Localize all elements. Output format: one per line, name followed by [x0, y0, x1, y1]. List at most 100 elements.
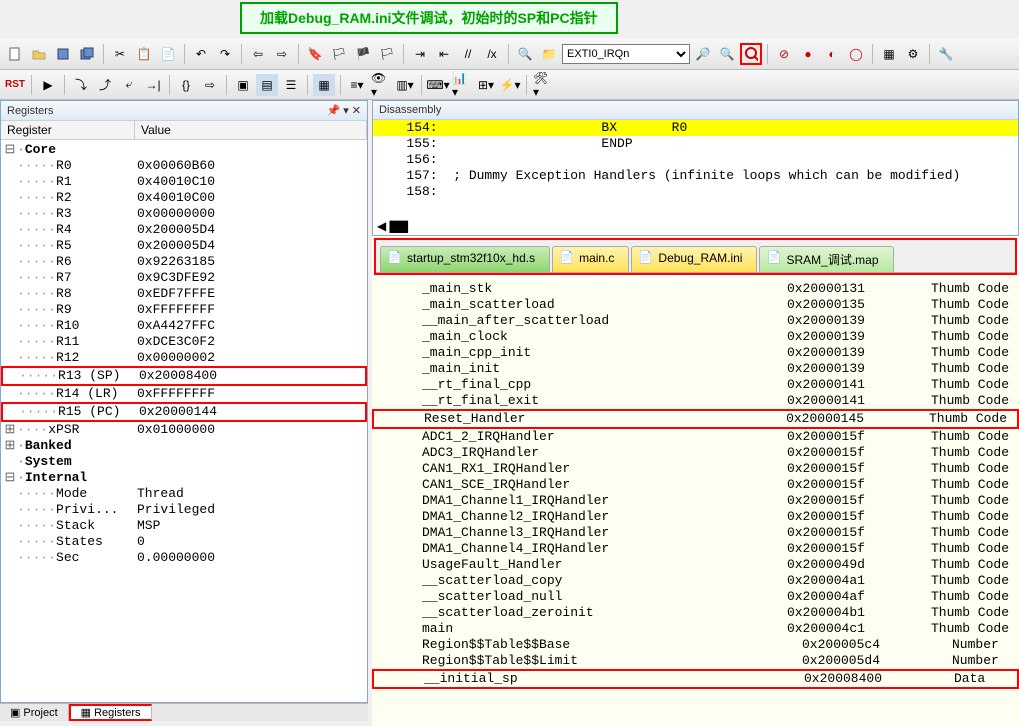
- copy-icon[interactable]: 📋: [133, 43, 155, 65]
- tab-registers[interactable]: ▦ Registers: [69, 704, 152, 721]
- map-row[interactable]: __scatterload_copy0x200004a1Thumb Code: [372, 573, 1019, 589]
- find-prev-icon[interactable]: 🔍: [716, 43, 738, 65]
- system-icon[interactable]: ⚡▾: [499, 74, 521, 96]
- register-row[interactable]: ·····R10x40010C10: [1, 174, 367, 190]
- register-row[interactable]: ·····ModeThread: [1, 486, 367, 502]
- map-row[interactable]: ADC1_2_IRQHandler0x2000015fThumb Code: [372, 429, 1019, 445]
- map-row[interactable]: UsageFault_Handler0x2000049dThumb Code: [372, 557, 1019, 573]
- redo-icon[interactable]: ↷: [214, 43, 236, 65]
- run-to-cursor-icon[interactable]: →|: [142, 74, 164, 96]
- map-row[interactable]: __rt_final_exit0x20000141Thumb Code: [372, 393, 1019, 409]
- register-sp[interactable]: ·····R13 (SP)0x20008400: [1, 366, 367, 386]
- open-icon[interactable]: [28, 43, 50, 65]
- reset-icon[interactable]: RST: [4, 74, 26, 96]
- register-row[interactable]: ·····R00x00060B60: [1, 158, 367, 174]
- breakpoint-icon[interactable]: ●: [797, 43, 819, 65]
- callstack-icon[interactable]: ≡▾: [346, 74, 368, 96]
- prev-bookmark-icon[interactable]: 🏳: [328, 43, 350, 65]
- clear-bookmark-icon[interactable]: 🏳: [376, 43, 398, 65]
- disasm-line[interactable]: 154: BX R0: [373, 120, 1018, 136]
- map-row[interactable]: __initial_sp0x20008400Data: [372, 669, 1019, 689]
- search-combo[interactable]: EXTI0_IRQn: [562, 44, 690, 64]
- register-row[interactable]: ·····Privi...Privileged: [1, 502, 367, 518]
- map-row[interactable]: __main_after_scatterload0x20000139Thumb …: [372, 313, 1019, 329]
- disasm-line[interactable]: 158:: [373, 184, 1018, 200]
- arrow-icon[interactable]: ⇨: [199, 74, 221, 96]
- serial-icon[interactable]: ⌨▾: [427, 74, 449, 96]
- tab-project[interactable]: ▣ Project: [0, 704, 69, 721]
- next-bookmark-icon[interactable]: 🏴: [352, 43, 374, 65]
- register-row[interactable]: ⊞·Banked: [1, 438, 367, 454]
- analyzer-icon[interactable]: 📊▾: [451, 74, 473, 96]
- col-register[interactable]: Register: [1, 121, 135, 139]
- remove-bp-icon[interactable]: ◯: [845, 43, 867, 65]
- map-row[interactable]: CAN1_RX1_IRQHandler0x2000015fThumb Code: [372, 461, 1019, 477]
- symbols-icon[interactable]: ☰: [280, 74, 302, 96]
- register-pc[interactable]: ·····R15 (PC)0x20000144: [1, 402, 367, 422]
- map-row[interactable]: _main_init0x20000139Thumb Code: [372, 361, 1019, 377]
- map-row[interactable]: main0x200004c1Thumb Code: [372, 621, 1019, 637]
- indent-icon[interactable]: ⇥: [409, 43, 431, 65]
- comment-icon[interactable]: //: [457, 43, 479, 65]
- tools-icon[interactable]: 🔧: [935, 43, 957, 65]
- register-row[interactable]: ⊞····xPSR0x01000000: [1, 422, 367, 438]
- back-icon[interactable]: ⇦: [247, 43, 269, 65]
- map-row[interactable]: _main_cpp_init0x20000139Thumb Code: [372, 345, 1019, 361]
- register-row[interactable]: ⊟·Core: [1, 142, 367, 158]
- debug-icon[interactable]: [740, 43, 762, 65]
- register-row[interactable]: ·····R90xFFFFFFFF: [1, 302, 367, 318]
- map-row[interactable]: Reset_Handler0x20000145Thumb Code: [372, 409, 1019, 429]
- forward-icon[interactable]: ⇨: [271, 43, 293, 65]
- register-row[interactable]: ·····R120x00000002: [1, 350, 367, 366]
- step-out-icon[interactable]: ⤶: [118, 74, 140, 96]
- map-row[interactable]: _main_clock0x20000139Thumb Code: [372, 329, 1019, 345]
- trace-icon[interactable]: ⊞▾: [475, 74, 497, 96]
- map-row[interactable]: _main_scatterload0x20000135Thumb Code: [372, 297, 1019, 313]
- registers-icon[interactable]: ▦: [313, 74, 335, 96]
- map-row[interactable]: DMA1_Channel3_IRQHandler0x2000015fThumb …: [372, 525, 1019, 541]
- map-row[interactable]: __scatterload_null0x200004afThumb Code: [372, 589, 1019, 605]
- toolbox-icon[interactable]: 🛠▾: [532, 74, 554, 96]
- editor-tab[interactable]: Debug_RAM.ini: [631, 246, 757, 272]
- map-row[interactable]: DMA1_Channel1_IRQHandler0x2000015fThumb …: [372, 493, 1019, 509]
- col-value[interactable]: Value: [135, 121, 367, 139]
- register-row[interactable]: ·····R20x40010C00: [1, 190, 367, 206]
- window-icon[interactable]: ▦: [878, 43, 900, 65]
- outdent-icon[interactable]: ⇤: [433, 43, 455, 65]
- register-row[interactable]: ·····R30x00000000: [1, 206, 367, 222]
- register-row[interactable]: ·····R80xEDF7FFFE: [1, 286, 367, 302]
- config-icon[interactable]: ⚙: [902, 43, 924, 65]
- disasm-body[interactable]: 154: BX R0 155: ENDP 156: 157: ; Dummy E…: [373, 120, 1018, 200]
- register-row[interactable]: ⊟·Internal: [1, 470, 367, 486]
- new-file-icon[interactable]: [4, 43, 26, 65]
- save-icon[interactable]: [52, 43, 74, 65]
- paste-icon[interactable]: 📄: [157, 43, 179, 65]
- disasm-icon[interactable]: ▤: [256, 74, 278, 96]
- run-icon[interactable]: ▶: [37, 74, 59, 96]
- map-row[interactable]: DMA1_Channel4_IRQHandler0x2000015fThumb …: [372, 541, 1019, 557]
- disasm-line[interactable]: 157: ; Dummy Exception Handlers (infinit…: [373, 168, 1018, 184]
- map-row[interactable]: __rt_final_cpp0x20000141Thumb Code: [372, 377, 1019, 393]
- editor-tab[interactable]: SRAM_调试.map: [759, 246, 893, 272]
- step-into-icon[interactable]: ⤵: [70, 74, 92, 96]
- editor-tab[interactable]: startup_stm32f10x_hd.s: [380, 246, 550, 272]
- register-row[interactable]: ·····R40x200005D4: [1, 222, 367, 238]
- disasm-line[interactable]: 156:: [373, 152, 1018, 168]
- watch-icon[interactable]: 👁▾: [370, 74, 392, 96]
- undo-icon[interactable]: ↶: [190, 43, 212, 65]
- memory-icon[interactable]: ▥▾: [394, 74, 416, 96]
- scroll-left-icon[interactable]: ◀ ▇▇: [377, 219, 408, 233]
- map-body[interactable]: _main_stk0x20000131Thumb Code_main_scatt…: [372, 277, 1019, 726]
- register-row[interactable]: ·System: [1, 454, 367, 470]
- register-row[interactable]: ·····R110xDCE3C0F2: [1, 334, 367, 350]
- register-row[interactable]: ·····Sec0.00000000: [1, 550, 367, 566]
- register-row[interactable]: ·····R60x92263185: [1, 254, 367, 270]
- bookmark-icon[interactable]: 🔖: [304, 43, 326, 65]
- map-row[interactable]: ADC3_IRQHandler0x2000015fThumb Code: [372, 445, 1019, 461]
- uncomment-icon[interactable]: /x: [481, 43, 503, 65]
- disasm-line[interactable]: 155: ENDP: [373, 136, 1018, 152]
- register-row[interactable]: ·····R100xA4427FFC: [1, 318, 367, 334]
- register-row[interactable]: ·····R14 (LR)0xFFFFFFFF: [1, 386, 367, 402]
- register-row[interactable]: ·····R70x9C3DFE92: [1, 270, 367, 286]
- find-icon[interactable]: 🔍: [514, 43, 536, 65]
